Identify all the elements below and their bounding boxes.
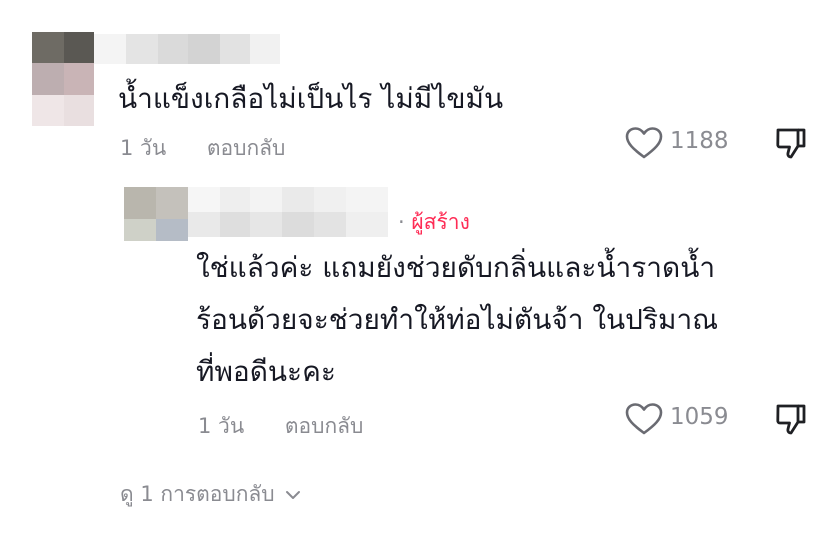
dislike-button[interactable]	[774, 126, 808, 160]
reply-dislike-button[interactable]	[774, 402, 808, 436]
like-count: 1188	[670, 128, 729, 154]
creator-badge: · ผู้สร้าง	[398, 206, 470, 239]
heart-outline-icon	[625, 403, 663, 435]
like-button[interactable]: 1188	[624, 124, 734, 160]
reply-text-line: ร้อนด้วยจะช่วยทำให้ท่อไม่ตันจ้า ในปริมาณ	[196, 303, 719, 336]
reply-text-line: ที่พอดีนะคะ	[196, 355, 336, 388]
thumbs-down-icon	[776, 128, 806, 159]
thumbs-down-icon	[776, 404, 806, 435]
view-replies-label: ดู 1 การตอบกลับ	[120, 482, 275, 506]
avatar[interactable]	[32, 32, 94, 126]
reply-like-count: 1059	[670, 404, 729, 430]
comment-time: 1 วัน	[120, 136, 167, 160]
reply-meta: 1 วัน ตอบกลับ	[198, 410, 363, 443]
heart-outline-icon	[625, 127, 663, 159]
comment-meta: 1 วัน ตอบกลับ	[120, 132, 285, 165]
reply-avatar[interactable]	[124, 187, 188, 241]
creator-label: ผู้สร้าง	[411, 210, 470, 234]
reply-reply-button[interactable]: ตอบกลับ	[285, 414, 364, 438]
reply-text-line: ใช่แล้วค่ะ แถมยังช่วยดับกลิ่นและน้ำราดน้…	[196, 251, 716, 284]
username[interactable]	[94, 34, 280, 64]
reply-text: ใช่แล้วค่ะ แถมยังช่วยดับกลิ่นและน้ำราดน้…	[196, 242, 718, 398]
reply-button[interactable]: ตอบกลับ	[207, 136, 286, 160]
view-replies-button[interactable]: ดู 1 การตอบกลับ	[120, 478, 301, 511]
comment-text: น้ำแข็งเกลือไม่เป็นไร ไม่มีไขมัน	[118, 82, 504, 115]
reply-username[interactable]	[188, 187, 388, 237]
badge-separator: ·	[398, 210, 405, 234]
chevron-down-icon	[286, 491, 301, 499]
reply-like-button[interactable]: 1059	[624, 400, 734, 436]
reply-time: 1 วัน	[198, 414, 245, 438]
